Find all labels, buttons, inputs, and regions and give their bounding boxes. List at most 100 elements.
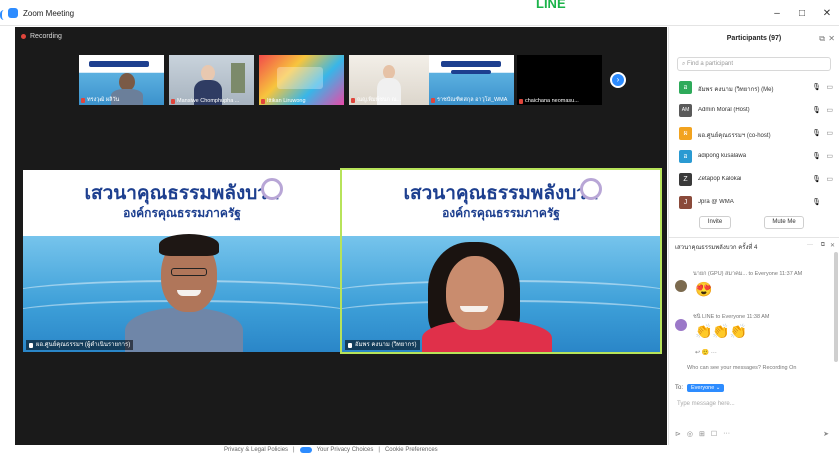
organization-logo-icon [261, 178, 283, 200]
banner-subtitle: องค์กรคุณธรรมภาครัฐ [123, 206, 241, 220]
participant-thumbnail[interactable]: ทรงวุฒิ ผลิวัน [79, 55, 164, 105]
thumbnail-name: ทรงวุฒิ ผลิวัน [87, 97, 120, 103]
video-tile-speaker[interactable]: เสวนาคุณธรรมพลังบวก องค์กรคุณธรรมภาครัฐ … [340, 168, 662, 354]
camera-icon[interactable]: ▭ [826, 83, 833, 91]
participant-row[interactable]: AM Admin Moral (Host) 🎙 ▭ [669, 100, 839, 123]
heart-eyes-emoji-icon: 😍 [695, 281, 713, 297]
tile-caption-name: อัมพร คงนาม (วิทยากร) [355, 342, 417, 348]
participant-thumbnail[interactable]: Mansiwe Chomphupha ... [169, 55, 254, 105]
participant-search-input[interactable]: ⌕ Find a participant [677, 57, 831, 71]
cookie-link[interactable]: Cookie Preferences [385, 447, 438, 453]
next-page-button[interactable]: › [610, 72, 626, 88]
popout-icon[interactable]: ⧉ [821, 242, 825, 249]
file-icon[interactable]: ⊞ [699, 430, 705, 438]
close-icon[interactable]: ✕ [830, 242, 835, 249]
participant-thumbnail[interactable]: Ittikan Liruwong [259, 55, 344, 105]
participant-name: อัมพร คงนาม (วิทยากร) (Me) [698, 87, 774, 93]
chat-title: เสวนาคุณธรรมพลังบวก ครั้งที่ 4 [675, 245, 758, 251]
to-label: To: [675, 385, 684, 391]
close-panel-icon[interactable]: ✕ [828, 34, 835, 43]
thumbnail-name: ราชบัณฑิตสกุล อาวุโส_WMA [437, 97, 508, 103]
your-privacy-link[interactable]: Your Privacy Choices [317, 447, 374, 453]
edge-marker [0, 10, 4, 20]
maximize-button[interactable]: □ [795, 8, 809, 20]
avatar: อ [679, 150, 692, 163]
avatar: J [679, 196, 692, 209]
tile-caption: อัมพร คงนาม (วิทยากร) [345, 340, 420, 350]
participants-title: Participants (97) [726, 35, 782, 42]
format-icon[interactable]: ☐ [711, 430, 717, 438]
participant-row[interactable]: อ อัมพร คงนาม (วิทยากร) (Me) 🎙 ▭ [669, 77, 839, 100]
participant-thumbnail[interactable]: ราชบัณฑิตสกุล อาวุโส_WMA [429, 55, 514, 105]
camera-icon[interactable]: ▭ [826, 129, 833, 137]
participant-row[interactable]: ผ ผอ.ศูนย์คุณธรรมฯ (co-host) 🎙 ▭ [669, 123, 839, 146]
recording-indicator[interactable]: Recording [21, 33, 62, 40]
camera-icon[interactable]: ▭ [826, 152, 833, 160]
title-bar: Zoom Meeting LINE – □ ✕ [0, 0, 839, 26]
mic-icon[interactable]: 🎙 [812, 152, 821, 160]
mute-me-button[interactable]: Mute Me [764, 216, 804, 229]
participants-header: Participants (97) ⧉ ✕ [669, 27, 839, 51]
participant-name: Admin Moral (Host) [698, 107, 750, 113]
speaker-head [446, 256, 504, 330]
participant-row[interactable]: Z Zetapop Kalokai 🎙 ▭ [669, 169, 839, 192]
who-can-see-notice[interactable]: Who can see your messages? Recording On [687, 365, 796, 371]
glasses-icon [171, 268, 207, 276]
send-icon[interactable]: ➤ [823, 430, 829, 438]
close-button[interactable]: ✕ [820, 8, 834, 20]
recording-dot-icon [21, 34, 26, 39]
zoom-window: Zoom Meeting LINE – □ ✕ Recording ทรงวุฒ… [0, 0, 839, 456]
chat-message-meta: นายก (GPU) สมาคม... to Everyone 11:37 AM [693, 271, 803, 277]
thumbnail-name: ณญ.พิมพ์ชนก ณ... [357, 97, 402, 103]
more-icon[interactable]: ··· [723, 430, 730, 438]
meeting-area: Recording ทรงวุฒิ ผลิวัน Mansiwe Chomphu… [15, 27, 667, 445]
chat-scrollbar[interactable] [834, 252, 838, 362]
participant-name: Jpra @ WMA [698, 199, 734, 205]
chat-toolbar: ⊳ ◎ ⊞ ☐ ··· [675, 430, 730, 438]
participants-panel: Participants (97) ⧉ ✕ ⌕ Find a participa… [668, 27, 839, 445]
participant-list: อ อัมพร คงนาม (วิทยากร) (Me) 🎙 ▭ AM Admi… [669, 77, 839, 215]
avatar: อ [679, 81, 692, 94]
avatar: ผ [679, 127, 692, 140]
thumbnail-name: Mansiwe Chomphupha ... [177, 98, 240, 104]
avatar [675, 319, 687, 331]
banner-subtitle: องค์กรคุณธรรมภาครัฐ [442, 206, 560, 220]
reaction-row[interactable]: ↩ 🙂 ··· [695, 349, 831, 356]
camera-icon[interactable]: ▭ [826, 106, 833, 114]
invite-button[interactable]: Invite [699, 216, 731, 229]
mic-icon[interactable]: 🎙 [812, 106, 821, 114]
zoom-app-icon [8, 8, 18, 18]
minimize-button[interactable]: – [770, 8, 784, 20]
thumbnail-name: Ittikan Liruwong [267, 98, 306, 104]
footer-links: Privacy & Legal Policies | Your Privacy … [224, 447, 438, 453]
participant-thumbnail[interactable]: chaichana neomasu... [517, 55, 602, 105]
avatar: Z [679, 173, 692, 186]
emoji-icon[interactable]: ◎ [687, 430, 693, 438]
screenshot-icon[interactable]: ⊳ [675, 430, 681, 438]
recording-label: Recording [30, 33, 62, 40]
video-tile-host[interactable]: เสวนาคุณธรรมพลังบวก องค์กรคุณธรรมภาครัฐ … [23, 170, 341, 352]
participant-row[interactable]: J Jpra @ WMA 🎙 [669, 192, 839, 215]
mic-icon[interactable]: 🎙 [812, 129, 821, 137]
participant-name: adipong kusalawa [698, 153, 747, 159]
camera-icon[interactable]: ▭ [826, 175, 833, 183]
window-title: Zoom Meeting [23, 9, 75, 18]
chat-recipient: To: Everyone ⌄ [675, 384, 725, 392]
recipient-dropdown[interactable]: Everyone ⌄ [687, 384, 725, 392]
panel-divider [669, 237, 839, 238]
chat-input[interactable]: Type message here... [677, 401, 735, 407]
participant-row[interactable]: อ adipong kusalawa 🎙 ▭ [669, 146, 839, 169]
thumbnail-strip: ทรงวุฒิ ผลิวัน Mansiwe Chomphupha ... It… [15, 55, 667, 105]
chat-message-meta: ชนิ LINE to Everyone 11:38 AM [693, 314, 770, 320]
more-icon[interactable]: ··· [807, 242, 813, 248]
mic-icon[interactable]: 🎙 [812, 83, 821, 91]
privacy-link[interactable]: Privacy & Legal Policies [224, 447, 288, 453]
mic-icon[interactable]: 🎙 [812, 198, 821, 206]
participant-thumbnail[interactable]: ณญ.พิมพ์ชนก ณ... [349, 55, 434, 105]
popout-icon[interactable]: ⧉ [819, 34, 825, 44]
tile-caption: ผอ.ศูนย์คุณธรรมฯ (ผู้ดำเนินรายการ) [26, 340, 134, 350]
avatar [675, 280, 687, 292]
speaker-body [125, 308, 243, 352]
clapping-emoji-icon: 👏👏👏 [695, 323, 748, 339]
mic-icon[interactable]: 🎙 [812, 175, 821, 183]
